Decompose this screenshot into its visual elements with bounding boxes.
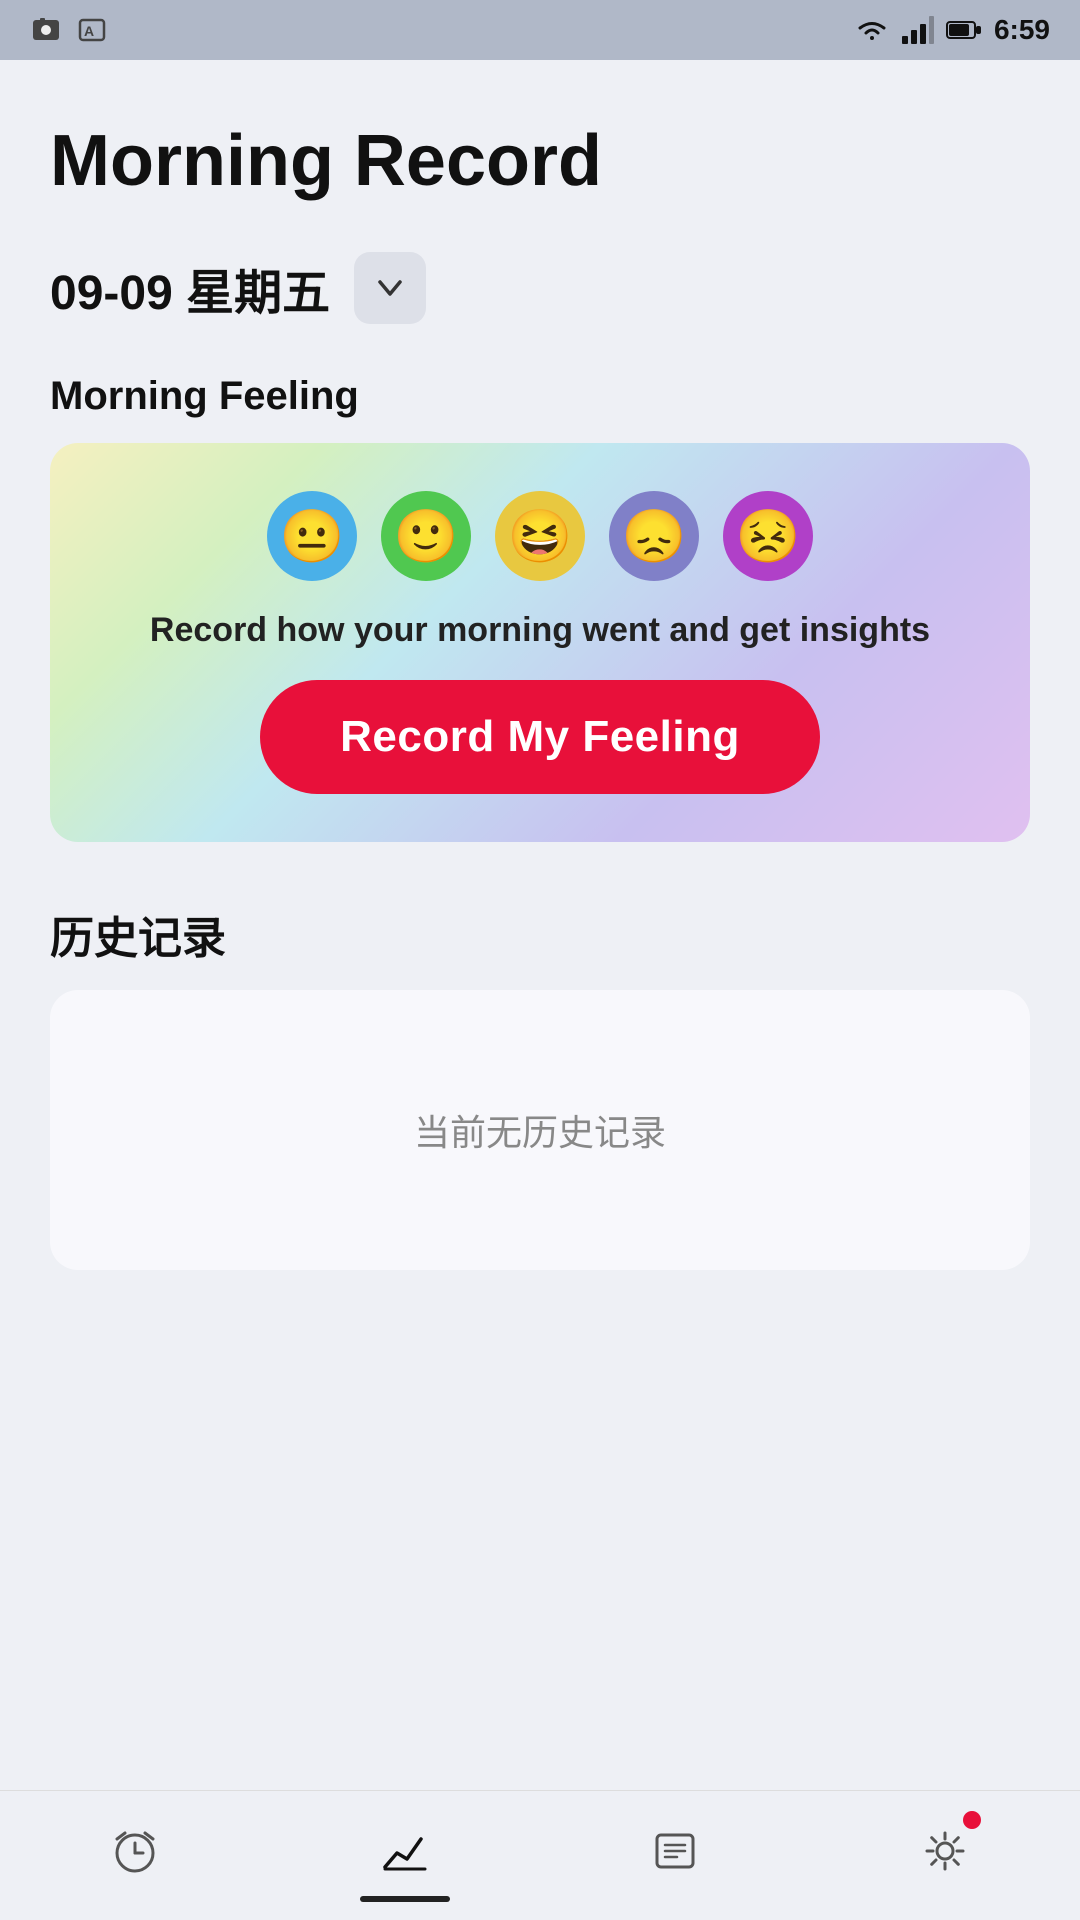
date-display: 09-09 星期五 bbox=[50, 253, 330, 323]
chart-icon bbox=[379, 1825, 431, 1886]
alarm-icon bbox=[109, 1825, 161, 1886]
history-card: 当前无历史记录 bbox=[50, 990, 1030, 1270]
happy-face-emoji[interactable]: 🙂 bbox=[381, 491, 471, 581]
status-bar-right: 6:59 bbox=[854, 14, 1050, 46]
settings-tab[interactable] bbox=[810, 1791, 1080, 1920]
photo-icon bbox=[30, 14, 62, 46]
sad-face-emoji[interactable]: 😞 bbox=[609, 491, 699, 581]
neutral-face-emoji[interactable]: 😐 bbox=[267, 491, 357, 581]
history-section-title: 历史记录 bbox=[50, 902, 1030, 966]
time-display: 6:59 bbox=[994, 14, 1050, 46]
settings-notification-dot bbox=[963, 1811, 981, 1829]
morning-feeling-title: Morning Feeling bbox=[50, 374, 1030, 419]
status-bar: A 6:59 bbox=[0, 0, 1080, 60]
signal-icon bbox=[902, 16, 934, 44]
feeling-description: Record how your morning went and get ins… bbox=[150, 611, 930, 650]
date-dropdown-button[interactable] bbox=[354, 252, 426, 324]
feeling-card: 😐 🙂 😆 😞 😣 Record how your morning went a… bbox=[50, 443, 1030, 842]
text-icon: A bbox=[76, 14, 108, 46]
laugh-face-emoji[interactable]: 😆 bbox=[495, 491, 585, 581]
svg-text:A: A bbox=[84, 23, 94, 39]
main-content: Morning Record 09-09 星期五 Morning Feeling… bbox=[0, 60, 1080, 1790]
emoji-row: 😐 🙂 😆 😞 😣 bbox=[267, 491, 813, 581]
alarm-tab[interactable] bbox=[0, 1791, 270, 1920]
status-bar-left: A bbox=[30, 14, 108, 46]
list-icon bbox=[649, 1825, 701, 1886]
battery-icon bbox=[946, 19, 982, 41]
page-title: Morning Record bbox=[50, 120, 1030, 202]
date-row: 09-09 星期五 bbox=[50, 252, 1030, 324]
wifi-icon bbox=[854, 16, 890, 44]
record-my-feeling-button[interactable]: Record My Feeling bbox=[260, 680, 820, 794]
stats-tab[interactable] bbox=[270, 1791, 540, 1920]
chevron-down-icon bbox=[372, 270, 408, 306]
bottom-navigation bbox=[0, 1790, 1080, 1920]
gear-icon bbox=[919, 1825, 971, 1886]
list-tab[interactable] bbox=[540, 1791, 810, 1920]
history-empty-message: 当前无历史记录 bbox=[414, 1104, 666, 1156]
angry-face-emoji[interactable]: 😣 bbox=[723, 491, 813, 581]
